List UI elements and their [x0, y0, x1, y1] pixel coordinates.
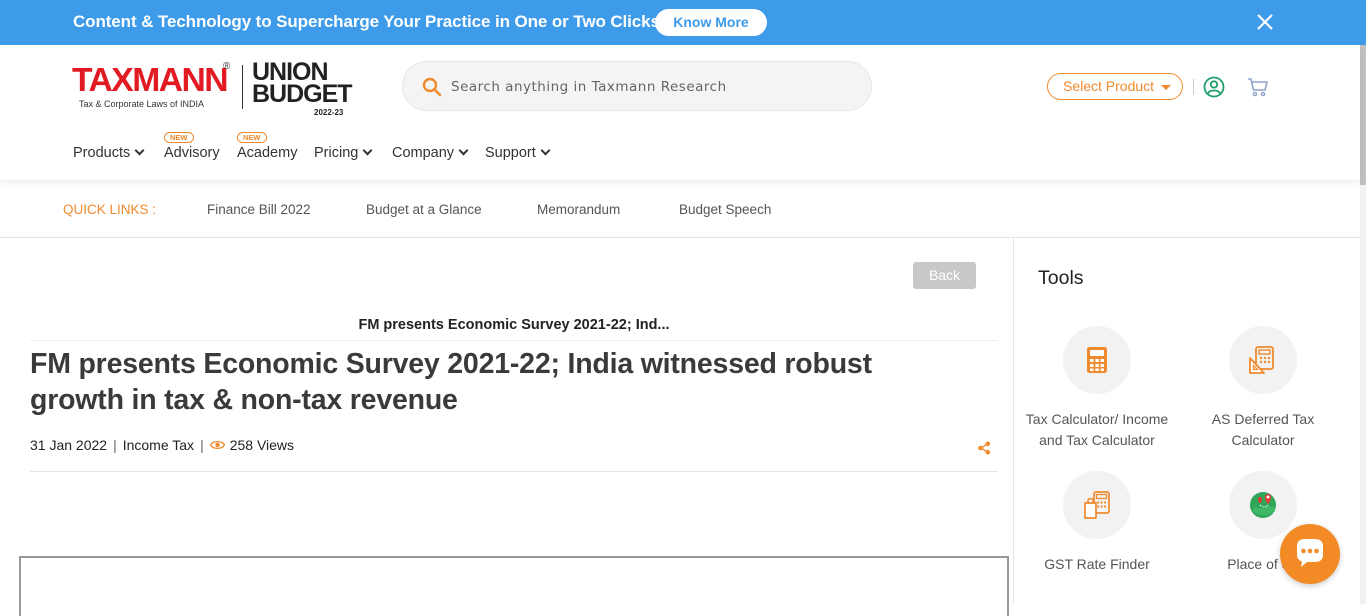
tool-label: GST Rate Finder [1044, 556, 1150, 572]
new-badge: NEW [237, 132, 267, 143]
article-content-frame [19, 556, 1009, 616]
taxmann-logo[interactable]: TAXMANN ® Tax & Corporate Laws of INDIA [72, 61, 232, 111]
tool-icon-circle [1229, 326, 1297, 394]
nav-pricing-label: Pricing [314, 145, 359, 161]
nav-products-label: Products [73, 145, 131, 161]
promo-banner: Content & Technology to Supercharge Your… [0, 0, 1366, 45]
logo-divider [242, 65, 243, 109]
nav-company-label: Company [392, 145, 455, 161]
nav-advisory-label: Advisory [164, 145, 220, 161]
nav-advisory[interactable]: NEW Advisory [164, 132, 220, 161]
deferred-tax-icon [1249, 346, 1274, 374]
header-divider [1193, 79, 1194, 95]
map-pin-icon [1250, 492, 1276, 518]
quick-links-label: QUICK LINKS : [63, 202, 157, 217]
tool-label: AS Deferred Tax Calculator [1211, 411, 1315, 448]
quick-link-finance-bill[interactable]: Finance Bill 2022 [207, 202, 311, 217]
meta-separator: | [113, 437, 117, 453]
user-circle-icon[interactable] [1203, 76, 1225, 98]
budget-logo-year: 2022-23 [314, 108, 344, 117]
tool-deferred-tax[interactable]: AS Deferred Tax Calculator [1183, 326, 1343, 451]
select-product-dropdown[interactable]: Select Product [1047, 73, 1183, 100]
nav-pricing[interactable]: Pricing [314, 145, 373, 161]
logo-wordmark: TAXMANN [72, 61, 229, 98]
union-budget-logo[interactable]: UNION BUDGET 2022-23 [252, 59, 353, 121]
close-icon[interactable] [1255, 12, 1275, 32]
chevron-down-icon [458, 145, 469, 156]
quick-link-budget-speech[interactable]: Budget Speech [679, 202, 771, 217]
article-breadcrumb-title: FM presents Economic Survey 2021-22; Ind… [358, 317, 670, 333]
nav-support[interactable]: Support [485, 145, 551, 161]
nav-products[interactable]: Products [73, 145, 145, 161]
calculator-icon [1087, 347, 1107, 373]
chevron-down-icon [134, 145, 145, 156]
share-icon[interactable] [977, 441, 991, 455]
search-icon[interactable] [422, 77, 442, 97]
search-input[interactable] [451, 76, 851, 98]
article-views: 258 Views [229, 437, 295, 453]
divider [30, 471, 998, 472]
search-bar[interactable] [402, 61, 872, 111]
nav-academy[interactable]: NEW Academy [237, 132, 298, 161]
eye-icon [209, 441, 225, 450]
promo-text: Content & Technology to Supercharge Your… [73, 12, 665, 31]
nav-company[interactable]: Company [392, 145, 469, 161]
meta-separator: | [200, 437, 204, 453]
logo-tagline: Tax & Corporate Laws of INDIA [79, 99, 205, 109]
article-title: FM presents Economic Survey 2021-22; Ind… [30, 348, 872, 416]
tools-title: Tools [1038, 267, 1084, 289]
chevron-down-icon [362, 145, 373, 156]
article-date: 31 Jan 2022 [30, 437, 108, 453]
quick-link-budget-glance[interactable]: Budget at a Glance [366, 202, 482, 217]
tool-icon-circle [1063, 471, 1131, 539]
new-badge: NEW [164, 132, 194, 143]
divider [30, 340, 998, 341]
tool-gst-rate-finder[interactable]: GST Rate Finder [1017, 471, 1177, 575]
article-meta: 31 Jan 2022 | Income Tax | 258 Views [30, 437, 294, 453]
quick-link-memorandum[interactable]: Memorandum [537, 202, 620, 217]
registered-mark: ® [223, 61, 231, 72]
tool-icon-circle [1063, 326, 1131, 394]
tool-tax-calculator[interactable]: Tax Calculator/ Income and Tax Calculato… [1017, 326, 1177, 451]
page-scrollbar[interactable] [1360, 45, 1366, 604]
tool-label: Tax Calculator/ Income and Tax Calculato… [1025, 411, 1169, 448]
site-header: TAXMANN ® Tax & Corporate Laws of INDIA … [0, 45, 1360, 180]
know-more-button[interactable]: Know More [655, 9, 767, 36]
cart-icon[interactable] [1247, 77, 1269, 97]
select-product-label: Select Product [1063, 78, 1155, 94]
budget-logo-line2: BUDGET [252, 80, 353, 108]
article-main: Back FM presents Economic Survey 2021-22… [0, 238, 1013, 616]
nav-academy-label: Academy [237, 145, 298, 161]
gst-finder-icon [1084, 491, 1110, 519]
quick-links-bar: QUICK LINKS : Finance Bill 2022 Budget a… [0, 180, 1366, 238]
caret-down-icon [1161, 85, 1171, 90]
back-button[interactable]: Back [913, 262, 976, 289]
scrollbar-thumb[interactable] [1360, 45, 1366, 185]
nav-support-label: Support [485, 145, 536, 161]
chevron-down-icon [540, 145, 551, 156]
chat-button[interactable] [1280, 524, 1340, 584]
article-category[interactable]: Income Tax [123, 437, 194, 453]
chat-bubble-icon [1297, 539, 1323, 567]
